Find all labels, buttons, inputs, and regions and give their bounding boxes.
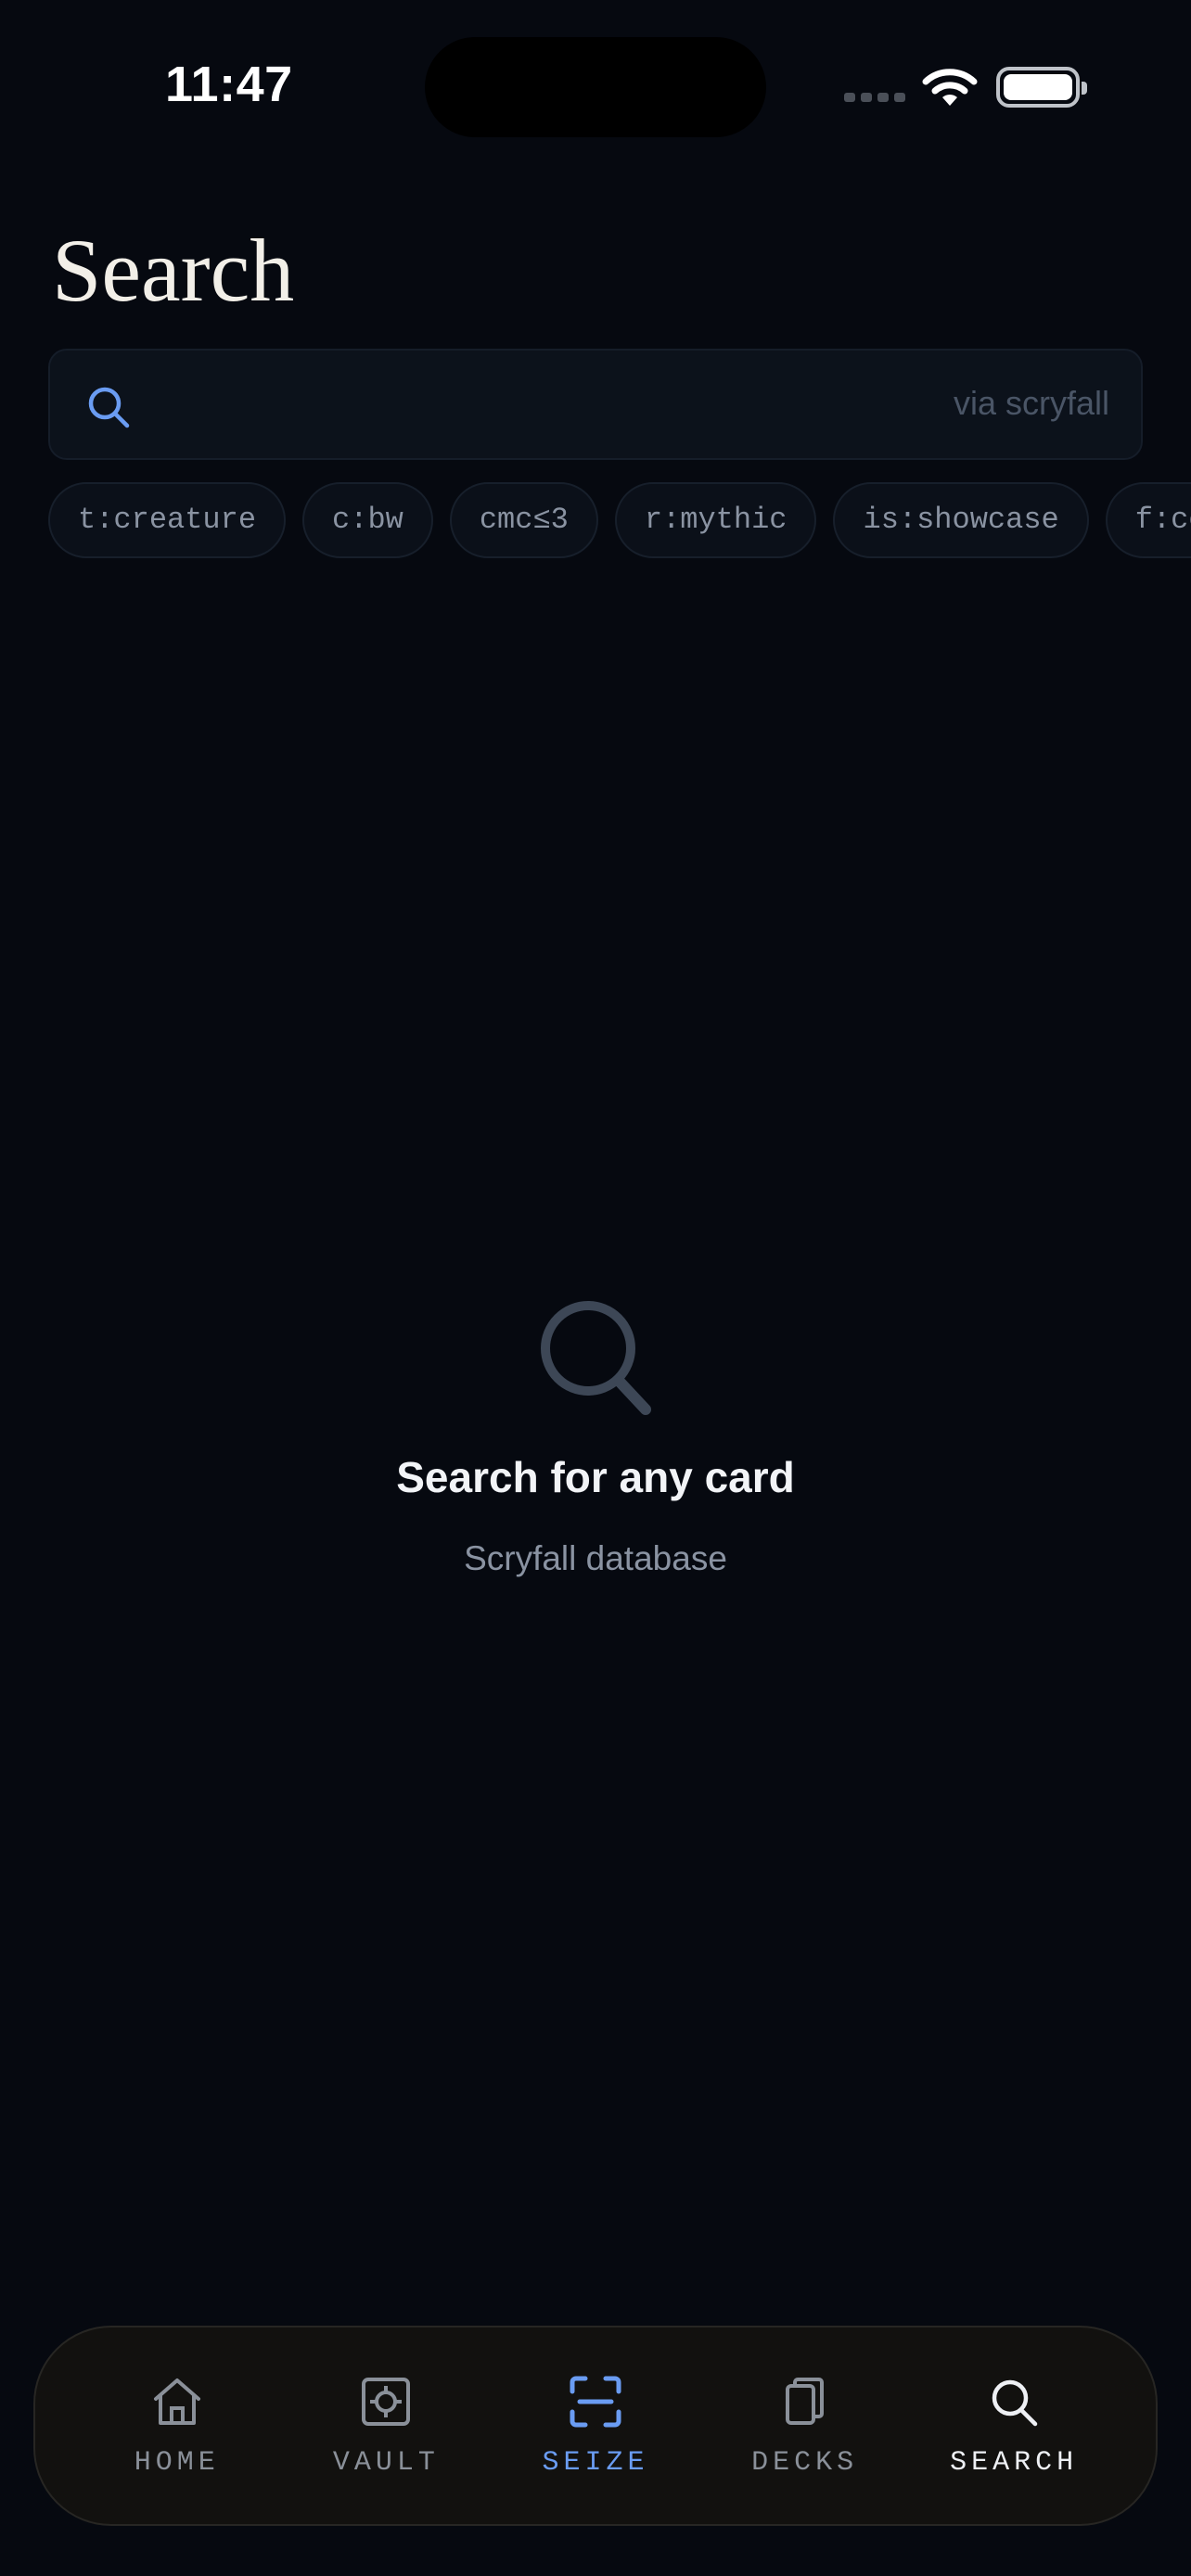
tab-seize[interactable]: SEIZE [512, 2373, 679, 2479]
cellular-signal-icon [844, 93, 905, 102]
tab-seize-label: SEIZE [542, 2447, 649, 2479]
tab-decks-label: DECKS [751, 2447, 859, 2479]
battery-icon [996, 67, 1087, 108]
tab-search[interactable]: SEARCH [930, 2373, 1097, 2479]
filter-chip-type-creature[interactable]: t:creature [48, 482, 287, 558]
scan-icon [570, 2376, 621, 2428]
home-icon [153, 2378, 200, 2425]
tab-vault[interactable]: VAULT [302, 2373, 469, 2479]
empty-state-title: Search for any card [396, 1453, 795, 1501]
filter-chip-rarity-mythic[interactable]: r:mythic [614, 482, 817, 558]
filter-chip-color-bw[interactable]: c:bw [302, 482, 433, 558]
search-icon [88, 387, 130, 428]
tab-home[interactable]: HOME [94, 2373, 261, 2479]
tab-decks[interactable]: DECKS [722, 2373, 889, 2479]
vault-icon [362, 2378, 411, 2426]
wifi-icon [922, 69, 978, 106]
empty-state-subtitle: Scryfall database [464, 1539, 727, 1577]
search-source-hint: via scryfall [953, 384, 1109, 422]
search-field[interactable]: via scryfall [48, 349, 1143, 460]
tab-vault-label: VAULT [332, 2447, 440, 2479]
tab-bar: HOME VAULT SEIZE DECKS SEARCH [33, 2326, 1158, 2526]
status-time: 11:47 [165, 57, 293, 112]
search-icon [992, 2379, 1038, 2427]
tab-home-label: HOME [134, 2447, 220, 2479]
dynamic-island [425, 37, 766, 137]
filter-chip-cmc[interactable]: cmc≤3 [449, 482, 598, 558]
decks-icon [785, 2378, 824, 2425]
tab-search-label: SEARCH [950, 2447, 1079, 2479]
page-title: Search [52, 221, 295, 320]
status-bar: 11:47 [0, 0, 1191, 167]
filter-chip-format[interactable]: f:commander [1105, 482, 1191, 558]
filter-chip-showcase[interactable]: is:showcase [833, 482, 1089, 558]
filter-chips: t:creature c:bw cmc≤3 r:mythic is:showca… [48, 482, 1191, 560]
search-icon [541, 1301, 651, 1415]
